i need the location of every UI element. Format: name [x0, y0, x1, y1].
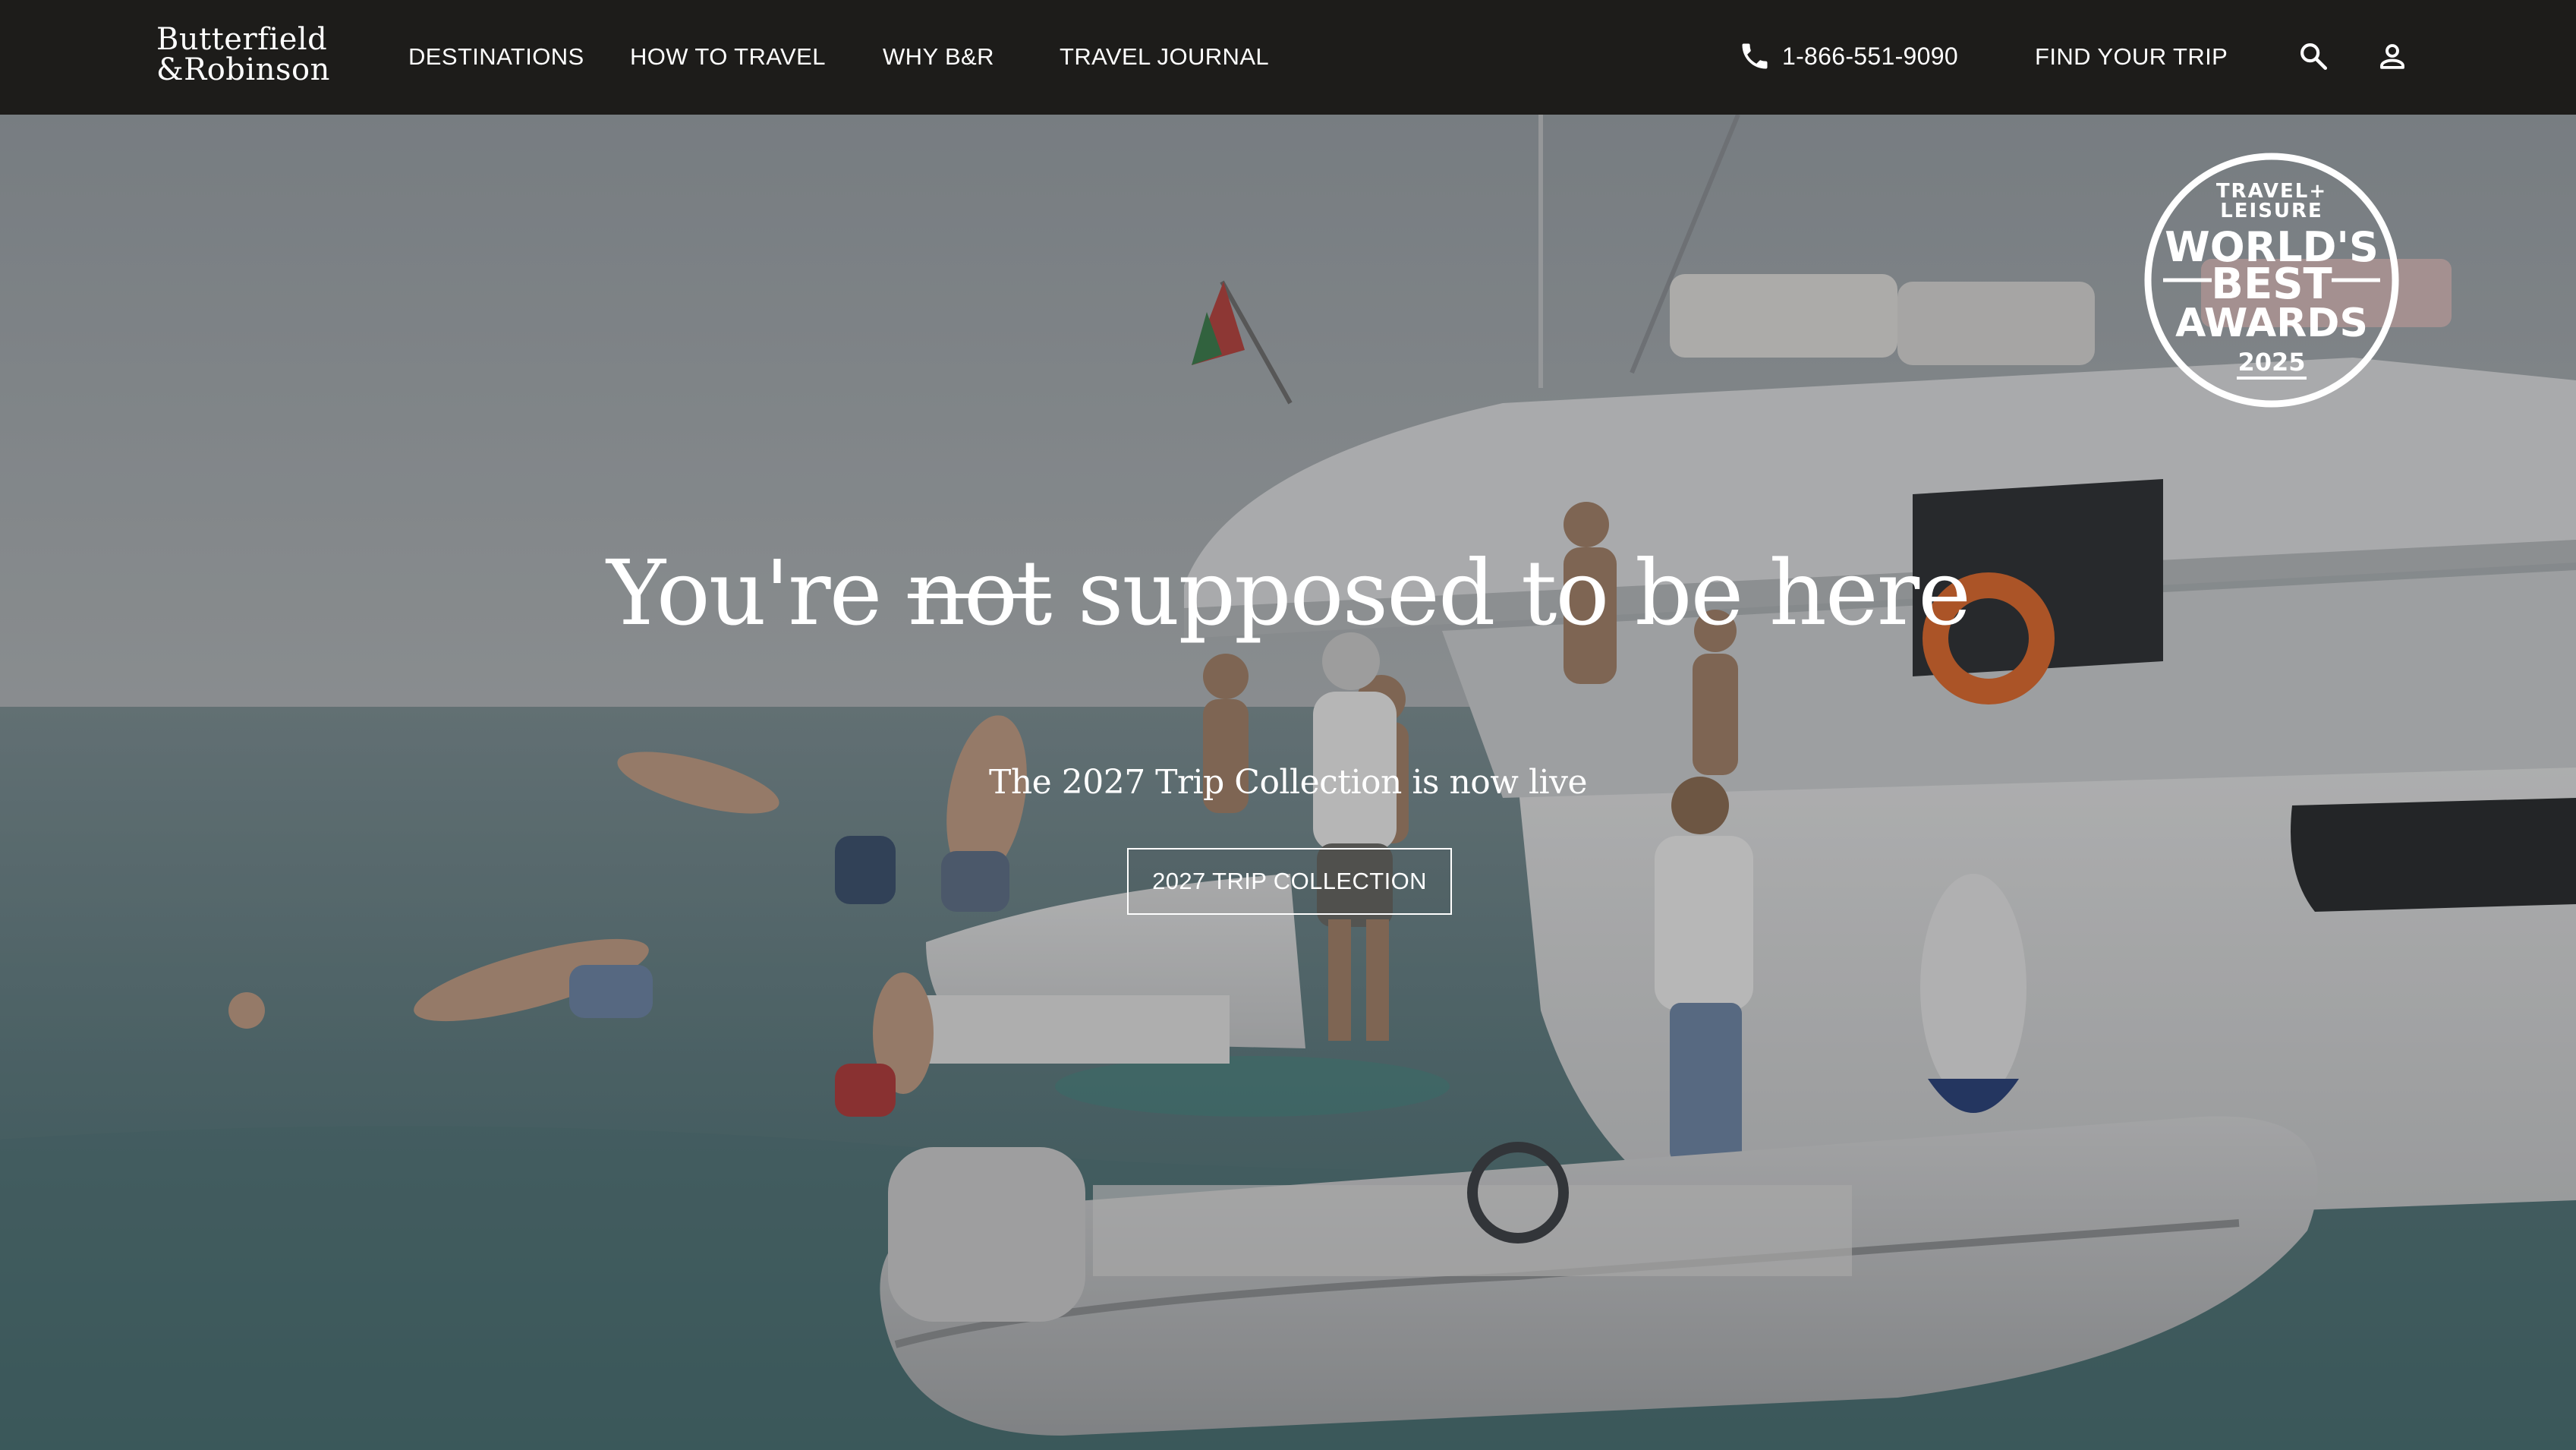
logo-line-2: &Robinson: [156, 52, 330, 87]
account-button[interactable]: [2371, 35, 2414, 77]
phone-number: 1-866-551-9090: [1782, 42, 1958, 70]
nav-travel-journal[interactable]: TRAVEL JOURNAL: [1060, 39, 1269, 74]
headline-part-2: supposed to be here: [1050, 541, 1971, 645]
nav-destinations[interactable]: DESTINATIONS: [408, 39, 584, 74]
award-line-2: LEISURE: [2220, 200, 2323, 222]
nav-how-to-travel[interactable]: HOW TO TRAVEL: [630, 39, 826, 74]
phone-link[interactable]: 1-866-551-9090: [1738, 36, 1958, 76]
hero-subheading: The 2027 Trip Collection is now live: [989, 763, 1588, 802]
headline-part-1: You're: [606, 541, 908, 645]
hero-section: You're not supposed to be here The 2027 …: [0, 115, 2576, 1450]
trip-collection-button[interactable]: 2027 TRIP COLLECTION: [1127, 848, 1452, 915]
travel-leisure-award-badge: TRAVEL+ LEISURE WORLD'S BEST AWARDS 2025: [2144, 153, 2399, 408]
search-button[interactable]: [2292, 35, 2335, 77]
headline-struck-word: not: [907, 541, 1052, 645]
brand-logo[interactable]: Butterfield &Robinson: [156, 24, 330, 85]
hero-headline: You're not supposed to be here: [0, 540, 2576, 646]
phone-icon: [1742, 43, 1768, 69]
nav-why-br[interactable]: WHY B&R: [883, 39, 994, 74]
find-your-trip-link[interactable]: FIND YOUR TRIP: [2035, 39, 2228, 74]
award-line-5: AWARDS: [2175, 301, 2368, 346]
top-navigation-bar: Butterfield &Robinson DESTINATIONS HOW T…: [0, 0, 2576, 115]
account-icon: [2380, 44, 2404, 69]
award-year: 2025: [2237, 348, 2305, 377]
logo-line-1: Butterfield: [156, 22, 328, 57]
search-icon: [2300, 43, 2328, 71]
